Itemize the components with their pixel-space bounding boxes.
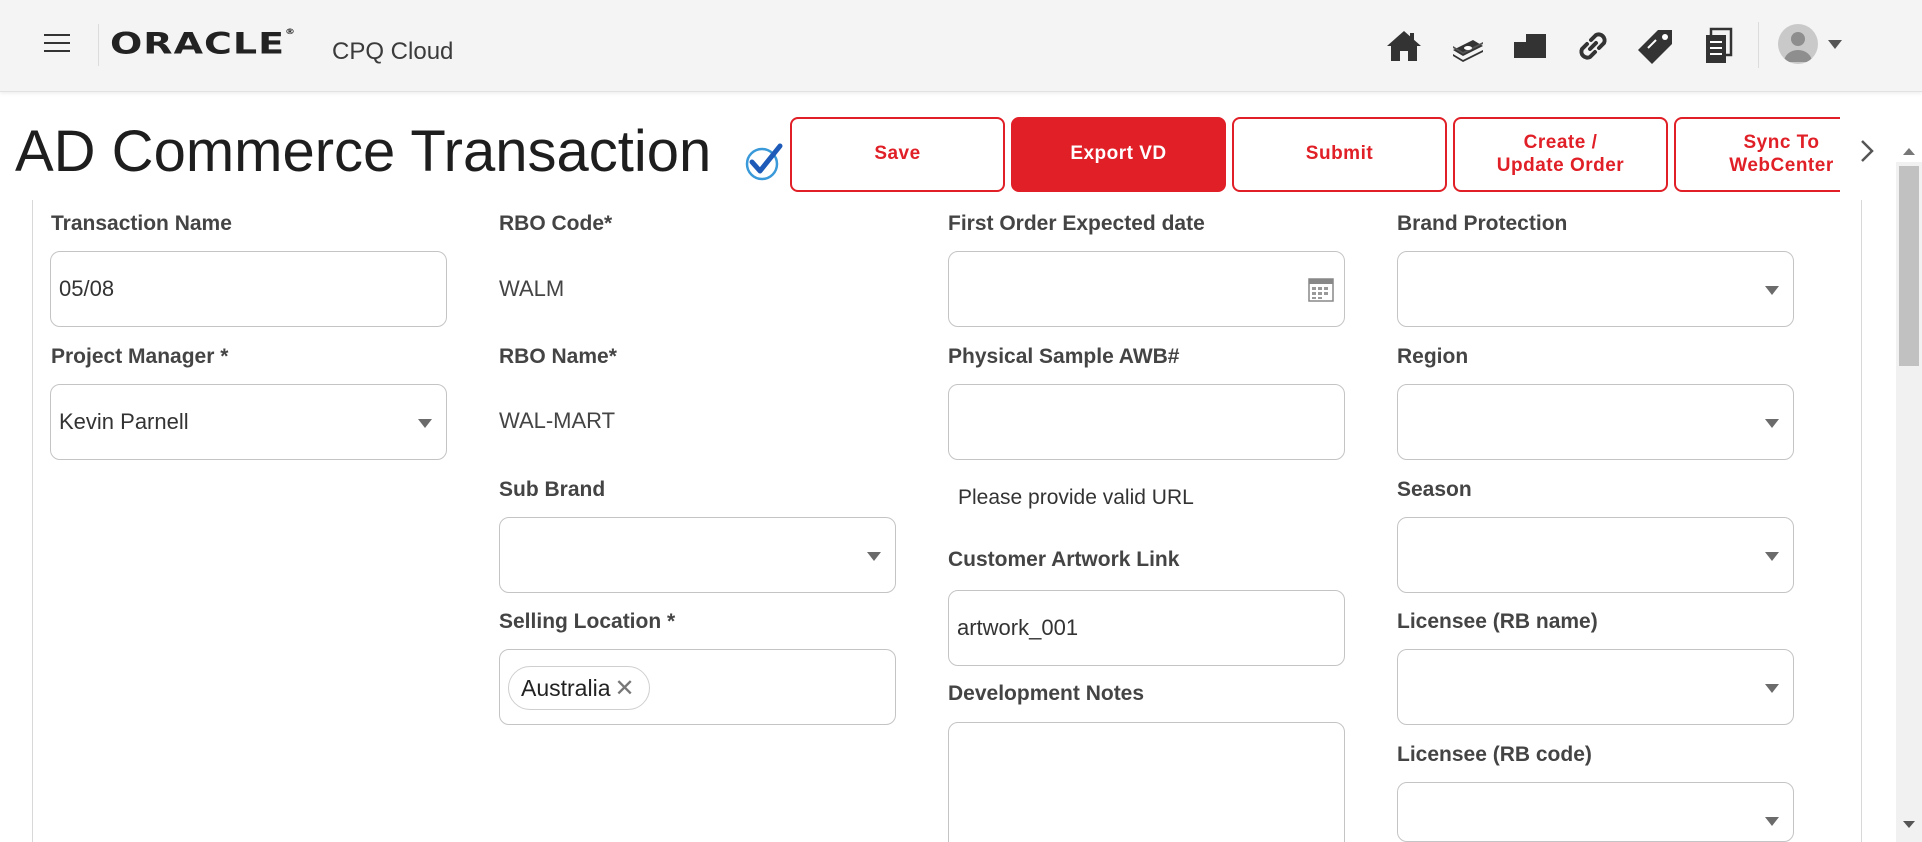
region-label: Region xyxy=(1397,345,1469,368)
licensee-rb-code-label: Licensee (RB code) xyxy=(1397,743,1592,766)
logo-text: ORACLE xyxy=(110,26,286,61)
tag-icon[interactable] xyxy=(1624,24,1687,68)
create-update-order-button-label: Create / Update Order xyxy=(1496,131,1625,176)
transaction-name-value: 05/08 xyxy=(59,276,115,301)
region-select[interactable] xyxy=(1397,384,1794,460)
chevron-down-icon xyxy=(1765,419,1779,428)
remove-chip-icon[interactable]: ✕ xyxy=(614,674,634,703)
transaction-name-input[interactable]: 05/08 xyxy=(50,251,447,327)
chevron-down-icon xyxy=(1765,552,1779,561)
sync-to-webcenter-button[interactable]: Sync To WebCenter xyxy=(1674,117,1840,192)
customer-artwork-link-value: artwork_001 xyxy=(957,615,1079,640)
transaction-name-label: Transaction Name xyxy=(51,212,232,235)
scrollbar-thumb[interactable] xyxy=(1899,166,1919,366)
selling-location-multiselect[interactable]: Australia ✕ xyxy=(499,649,896,725)
oracle-logo[interactable]: ORACLE® xyxy=(110,26,296,60)
chevron-down-icon xyxy=(1765,286,1779,295)
selling-location-chip-label: Australia xyxy=(521,674,611,701)
hamburger-menu-icon[interactable] xyxy=(44,34,72,54)
brand-protection-select[interactable] xyxy=(1397,251,1794,327)
customer-artwork-link-label: Customer Artwork Link xyxy=(948,548,1180,571)
user-menu-caret-icon[interactable] xyxy=(1828,40,1842,49)
project-manager-label: Project Manager * xyxy=(51,345,229,368)
vertical-scrollbar[interactable] xyxy=(1896,148,1922,842)
export-vd-button[interactable]: Export VD xyxy=(1011,117,1226,192)
rbo-name-label: RBO Name* xyxy=(499,345,617,368)
selling-location-label: Selling Location * xyxy=(499,610,676,633)
save-button[interactable]: Save xyxy=(790,117,1005,192)
action-button-bar: Save Export VD Submit Create / Update Or… xyxy=(790,117,1840,192)
checkmark-badge-icon xyxy=(745,143,783,181)
sync-to-webcenter-button-label: Sync To WebCenter xyxy=(1729,131,1834,176)
sub-brand-select[interactable] xyxy=(499,517,896,593)
development-notes-label: Development Notes xyxy=(948,682,1145,705)
link-icon[interactable] xyxy=(1561,24,1624,68)
home-icon[interactable] xyxy=(1372,24,1435,68)
project-manager-select[interactable]: Kevin Parnell xyxy=(50,384,447,460)
scroll-down-icon[interactable] xyxy=(1903,821,1915,828)
licensee-rb-name-label: Licensee (RB name) xyxy=(1397,610,1598,633)
sub-brand-label: Sub Brand xyxy=(499,478,606,501)
customer-artwork-link-input[interactable]: artwork_001 xyxy=(948,590,1345,666)
top-bar: ORACLE® CPQ Cloud xyxy=(0,0,1922,92)
header-divider xyxy=(98,24,99,66)
development-notes-textarea[interactable] xyxy=(948,722,1345,842)
brand-protection-label: Brand Protection xyxy=(1397,212,1568,235)
scroll-up-icon[interactable] xyxy=(1903,148,1915,155)
stacked-boxes-icon[interactable] xyxy=(1498,24,1561,68)
user-avatar-icon[interactable] xyxy=(1778,24,1818,64)
first-order-date-input[interactable] xyxy=(948,251,1345,327)
rbo-code-label: RBO Code* xyxy=(499,212,613,235)
chevron-down-icon xyxy=(867,552,881,561)
nav-icon-bar xyxy=(1372,24,1750,68)
chevron-down-icon xyxy=(1765,817,1779,826)
create-update-order-button[interactable]: Create / Update Order xyxy=(1453,117,1668,192)
season-label: Season xyxy=(1397,478,1472,501)
submit-button-label: Submit xyxy=(1305,143,1374,165)
licensee-rb-code-select[interactable] xyxy=(1397,782,1794,842)
url-helper-text: Please provide valid URL xyxy=(958,486,1194,509)
physical-sample-awb-input[interactable] xyxy=(948,384,1345,460)
first-order-date-label: First Order Expected date xyxy=(948,212,1205,235)
product-name: CPQ Cloud xyxy=(332,38,454,65)
submit-button[interactable]: Submit xyxy=(1232,117,1447,192)
export-vd-button-label: Export VD xyxy=(1070,143,1167,165)
licensee-rb-name-select[interactable] xyxy=(1397,649,1794,725)
rbo-name-value: WAL-MART xyxy=(499,408,616,433)
page-title: AD Commerce Transaction xyxy=(15,119,712,184)
user-divider xyxy=(1758,22,1759,68)
money-icon[interactable] xyxy=(1435,24,1498,68)
calendar-icon[interactable] xyxy=(1306,274,1336,304)
logo-mark: ® xyxy=(285,27,297,37)
chevron-down-icon xyxy=(1765,684,1779,693)
season-select[interactable] xyxy=(1397,517,1794,593)
selling-location-chip: Australia ✕ xyxy=(508,666,650,710)
documents-icon[interactable] xyxy=(1687,24,1750,68)
rbo-code-value: WALM xyxy=(499,276,565,301)
chevron-right-icon[interactable] xyxy=(1852,136,1882,166)
chevron-down-icon xyxy=(418,419,432,428)
physical-sample-awb-label: Physical Sample AWB# xyxy=(948,345,1180,368)
project-manager-value: Kevin Parnell xyxy=(59,409,189,434)
save-button-label: Save xyxy=(874,143,921,165)
